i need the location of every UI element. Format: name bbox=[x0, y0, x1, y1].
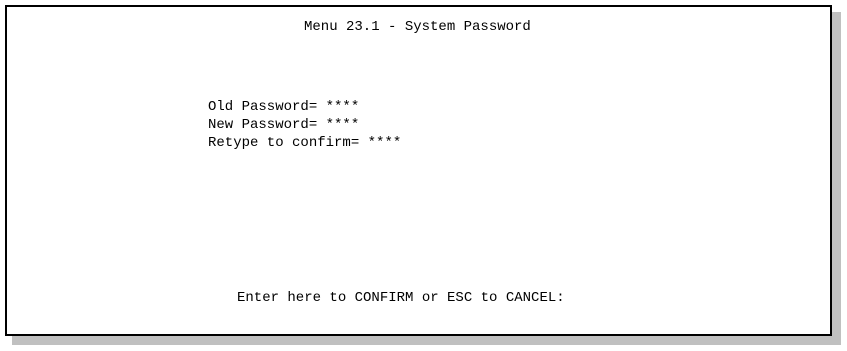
old-password-field[interactable]: **** bbox=[326, 99, 360, 115]
retype-password-row[interactable]: Retype to confirm= **** bbox=[208, 135, 401, 151]
retype-password-field[interactable]: **** bbox=[368, 135, 402, 151]
old-password-label: Old Password= bbox=[208, 99, 326, 115]
retype-password-label: Retype to confirm= bbox=[208, 135, 368, 151]
menu-title: Menu 23.1 - System Password bbox=[304, 19, 531, 35]
terminal-screen: Menu 23.1 - System Password Old Password… bbox=[5, 5, 832, 336]
old-password-row[interactable]: Old Password= **** bbox=[208, 99, 359, 115]
new-password-field[interactable]: **** bbox=[326, 117, 360, 133]
new-password-label: New Password= bbox=[208, 117, 326, 133]
new-password-row[interactable]: New Password= **** bbox=[208, 117, 359, 133]
confirm-prompt[interactable]: Enter here to CONFIRM or ESC to CANCEL: bbox=[237, 290, 565, 306]
